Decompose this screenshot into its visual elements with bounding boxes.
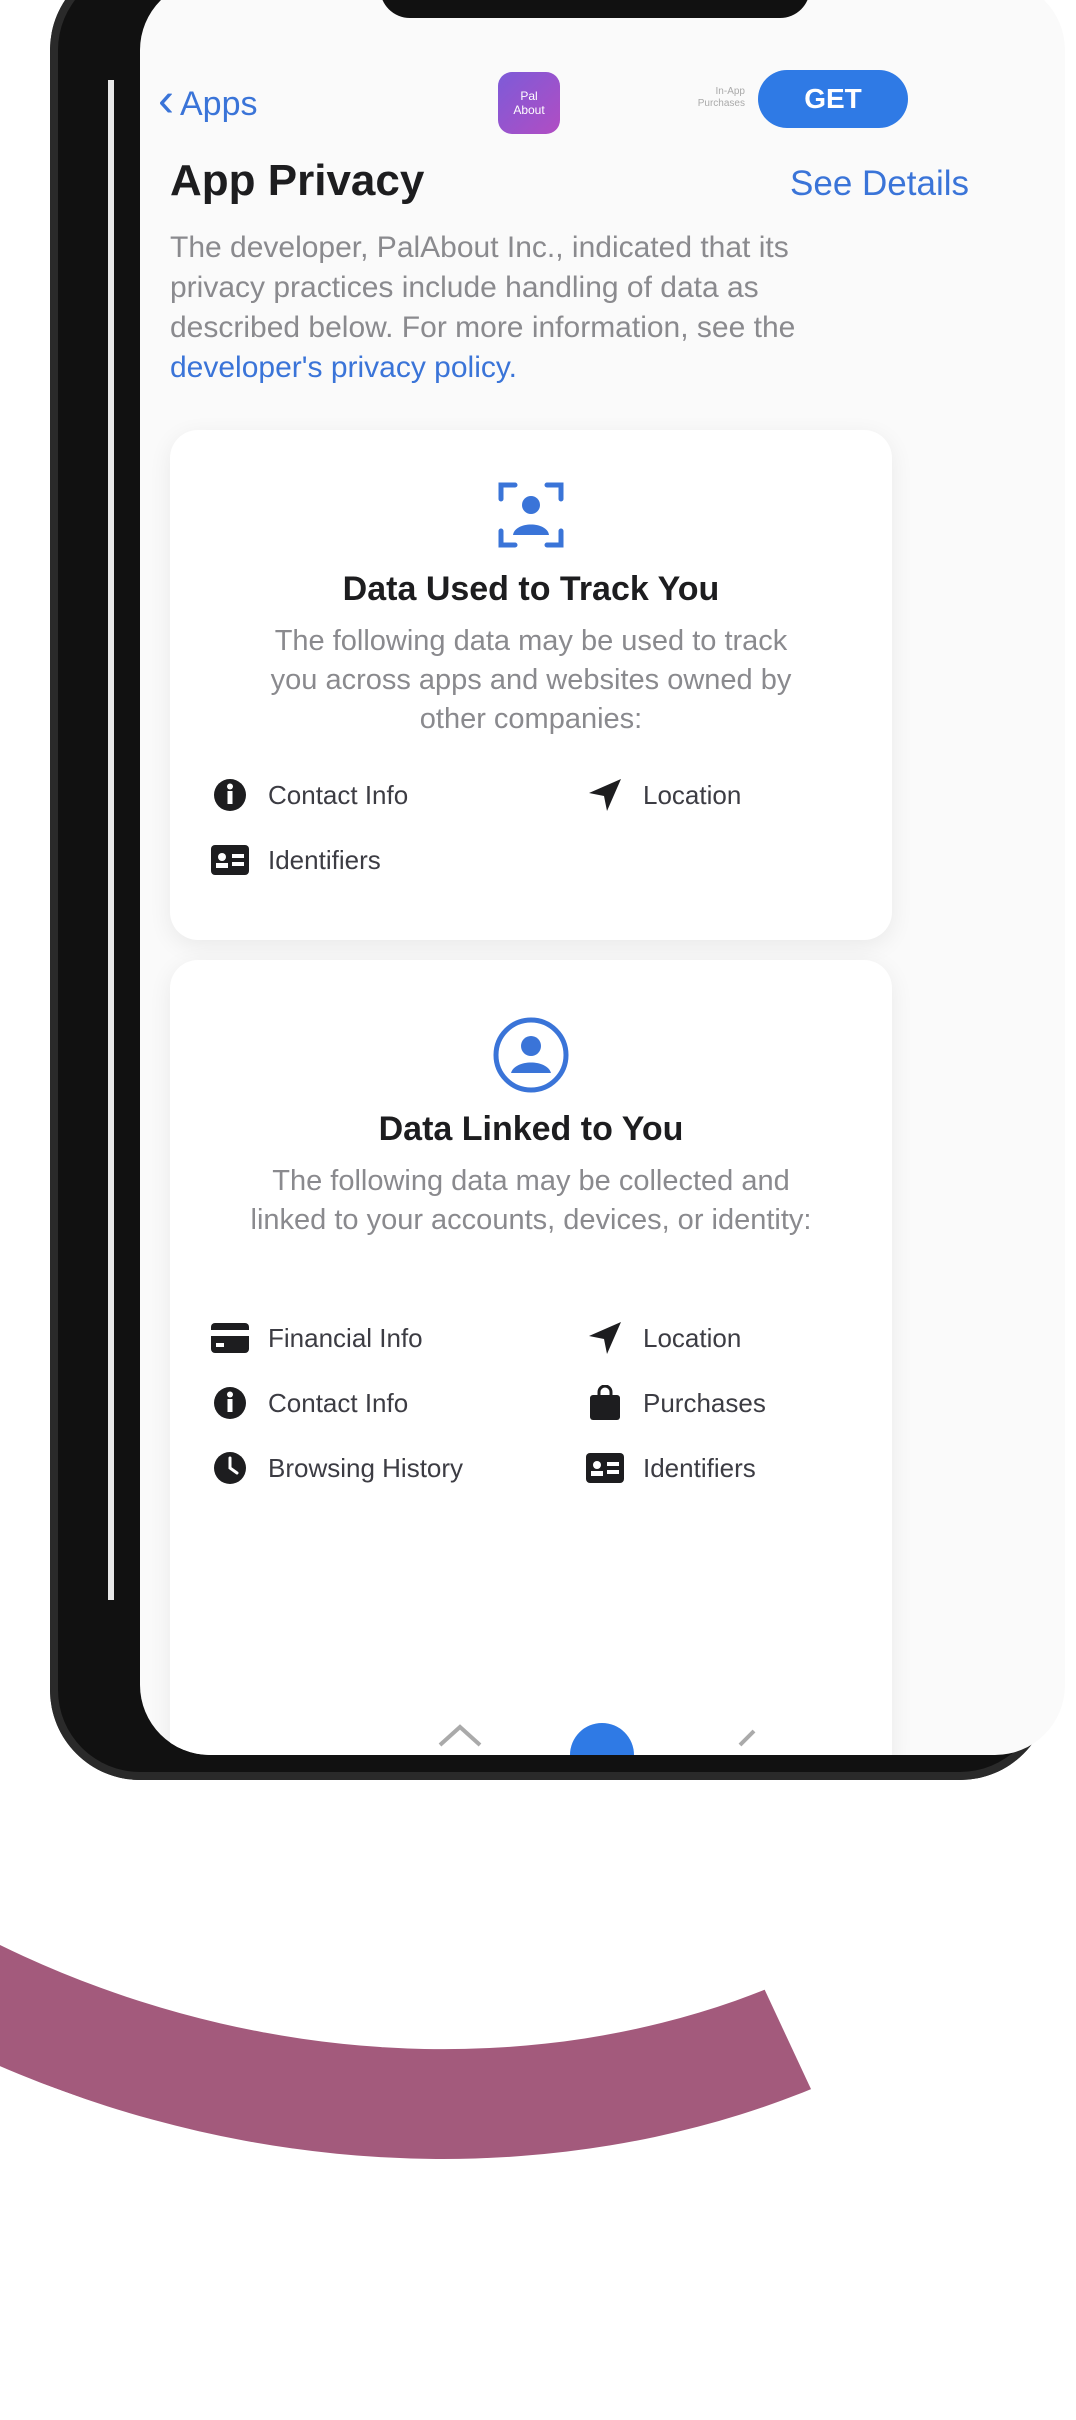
privacy-item-purchases: Purchases [585, 1383, 766, 1423]
privacy-item-identifiers: Identifiers [210, 840, 381, 880]
privacy-item-identifiers: Identifiers [585, 1448, 756, 1488]
credit-card-icon [210, 1318, 250, 1358]
nav-bar: ‹ Apps Pal About In-App Purchases GET [140, 60, 1065, 140]
data-tracking-card[interactable]: Data Used to Track You The following dat… [170, 430, 892, 940]
phone-edge-stripe [108, 80, 114, 1600]
card-title: Data Linked to You [378, 1110, 684, 1148]
shopping-bag-icon [585, 1383, 625, 1423]
see-details-link[interactable]: See Details [790, 164, 969, 204]
person-circle-icon [493, 1017, 569, 1093]
item-label: Identifiers [643, 1452, 756, 1483]
location-arrow-icon [585, 775, 625, 815]
description-text: The developer, PalAbout Inc., indicated … [170, 231, 796, 344]
tab-bar [140, 1705, 1065, 1755]
privacy-policy-link[interactable]: developer's privacy policy. [170, 351, 517, 384]
meta-line-1: In-App [715, 86, 745, 97]
back-label: Apps [179, 84, 258, 123]
id-card-icon [210, 840, 250, 880]
location-arrow-icon [585, 1318, 625, 1358]
app-icon-text: Pal About [513, 89, 545, 117]
page-title: App Privacy [170, 156, 425, 205]
phone-frame: ‹ Apps Pal About In-App Purchases GET Ap… [50, 0, 1065, 1780]
back-button[interactable]: ‹ Apps [158, 74, 258, 128]
card-description: The following data may be used to track … [270, 625, 792, 735]
item-label: Contact Info [268, 779, 409, 810]
privacy-item-location: Location [585, 775, 741, 815]
meta-line-2: Purchases [697, 98, 745, 109]
privacy-item-contact-info: Contact Info [210, 775, 408, 815]
item-label: Browsing History [268, 1452, 464, 1483]
notch [380, 0, 810, 18]
in-app-purchases-note: In-App Purchases [655, 86, 745, 110]
tab-bar-icons [438, 1723, 756, 1755]
info-circle-icon [210, 1383, 250, 1423]
info-circle-icon [210, 775, 250, 815]
privacy-description: The developer, PalAbout Inc., indicated … [170, 228, 890, 388]
privacy-item-location: Location [585, 1318, 741, 1358]
person-tracking-icon [498, 482, 564, 548]
card-title: Data Used to Track You [342, 570, 720, 608]
clock-icon [210, 1448, 250, 1488]
item-label: Financial Info [268, 1322, 423, 1353]
phone-screen: ‹ Apps Pal About In-App Purchases GET Ap… [140, 0, 1065, 1755]
card-description: The following data may be collected and … [250, 1165, 812, 1236]
chevron-left-icon: ‹ [158, 74, 174, 127]
privacy-item-browsing-history: Browsing History [210, 1448, 463, 1488]
get-button[interactable]: GET [758, 70, 908, 128]
data-linked-card[interactable]: Data Linked to You The following data ma… [170, 960, 892, 1755]
item-label: Purchases [643, 1387, 766, 1418]
item-label: Contact Info [268, 1387, 409, 1418]
item-label: Location [643, 1322, 742, 1353]
app-icon[interactable]: Pal About [498, 72, 560, 134]
privacy-item-contact-info: Contact Info [210, 1383, 408, 1423]
id-card-icon [585, 1448, 625, 1488]
item-label: Identifiers [268, 844, 381, 875]
item-label: Location [643, 779, 742, 810]
privacy-item-financial-info: Financial Info [210, 1318, 423, 1358]
